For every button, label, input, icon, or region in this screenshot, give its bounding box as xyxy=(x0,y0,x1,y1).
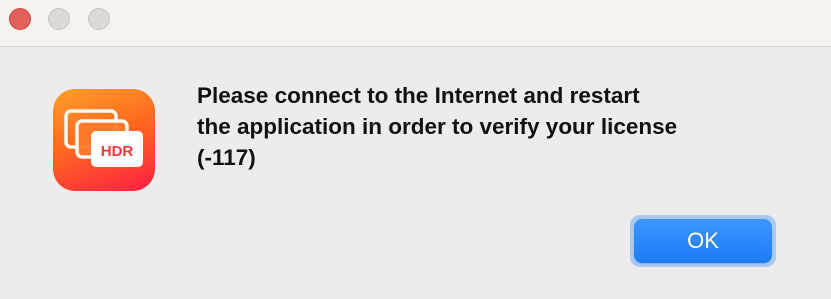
alert-message: Please connect to the Internet and resta… xyxy=(197,83,678,170)
ok-button[interactable]: OK xyxy=(634,219,772,263)
zoom-window-button[interactable] xyxy=(88,8,110,30)
close-window-button[interactable] xyxy=(9,8,31,30)
hdr-app-icon: HDR xyxy=(53,89,155,191)
alert-window: HDR Please connect to the Internet and r… xyxy=(0,0,831,299)
minimize-window-button[interactable] xyxy=(48,8,70,30)
hdr-badge-text: HDR xyxy=(101,143,134,160)
title-bar xyxy=(0,0,831,47)
